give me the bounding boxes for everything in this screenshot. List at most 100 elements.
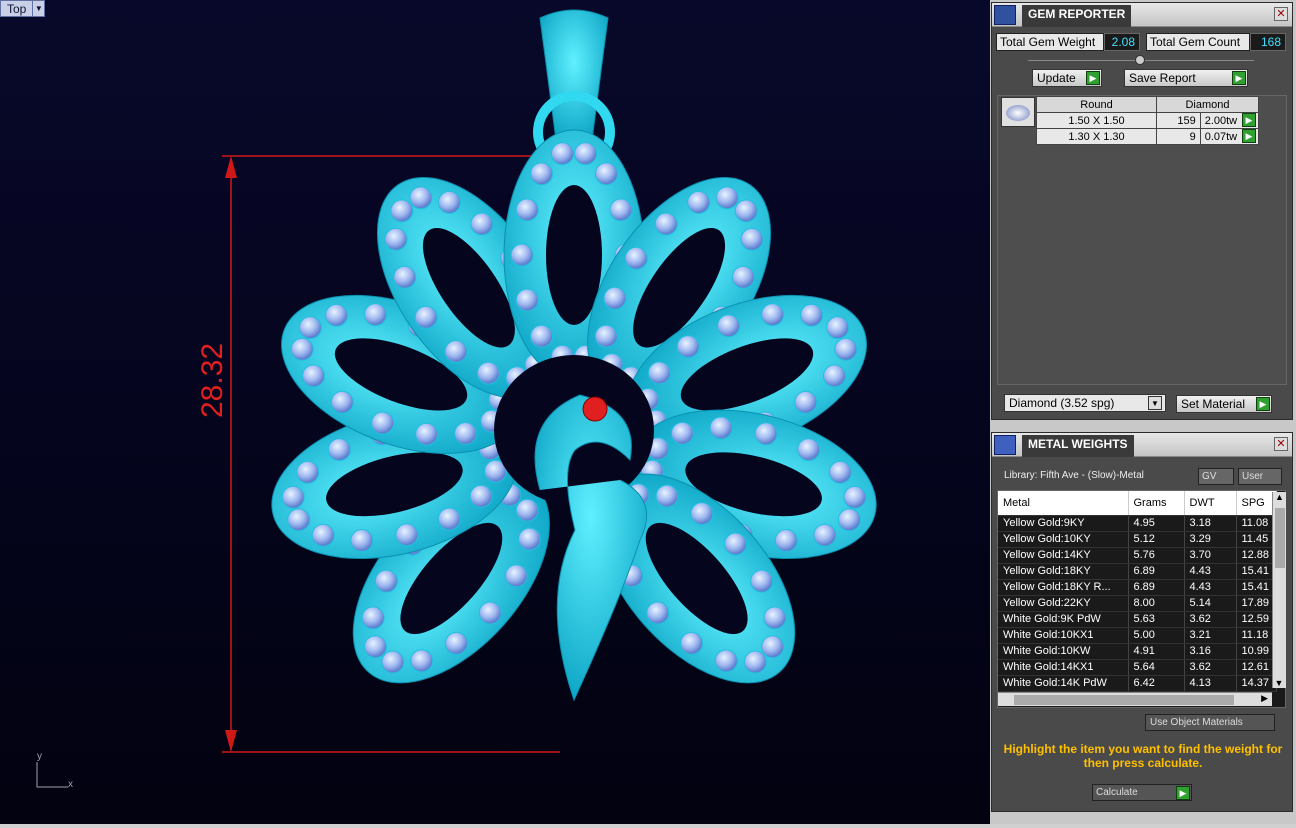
scroll-thumb-h[interactable] (1014, 695, 1234, 705)
dwt-col-header[interactable]: DWT (1184, 491, 1237, 516)
spg-value: 11.08 (1236, 515, 1277, 532)
metal-row[interactable]: White Gold:9K PdW 5.63 3.62 12.59 (998, 611, 1277, 628)
diamond-gem (647, 361, 671, 385)
metal-row[interactable]: Yellow Gold:18KY R... 6.89 4.43 15.41 (998, 579, 1277, 596)
diamond-gem (384, 227, 408, 251)
metal-row[interactable]: White Gold:10KW 4.91 3.16 10.99 (998, 643, 1277, 660)
metal-col-header[interactable]: Metal (998, 491, 1129, 516)
play-icon[interactable]: ▶ (1242, 129, 1256, 143)
diamond-gem (843, 485, 867, 509)
scroll-down-icon[interactable]: ▼ (1273, 678, 1285, 688)
total-gem-weight-value: 2.08 (1104, 33, 1140, 51)
metal-row[interactable]: Yellow Gold:10KY 5.12 3.29 11.45 (998, 531, 1277, 548)
metal-row[interactable]: Yellow Gold:22KY 8.00 5.14 17.89 (998, 595, 1277, 612)
diamond-gem (680, 631, 704, 655)
gv-toggle[interactable]: GV (1198, 468, 1234, 485)
spg-col-header[interactable]: SPG (1236, 491, 1277, 516)
diamond-gem (361, 606, 385, 630)
round-diamond-icon[interactable] (1001, 97, 1035, 127)
grams-col-header[interactable]: Grams (1128, 491, 1185, 516)
3d-viewport[interactable]: Top ▼ 28.32 y x (0, 0, 990, 824)
metal-row[interactable]: Yellow Gold:18KY 6.89 4.43 15.41 (998, 563, 1277, 580)
dwt-value: 3.62 (1184, 659, 1237, 676)
spg-value: 14.37 (1236, 675, 1277, 692)
diamond-gem (670, 421, 694, 445)
diamond-gem (594, 162, 618, 186)
diamond-gem (834, 337, 858, 361)
play-icon[interactable]: ▶ (1242, 113, 1256, 127)
diamond-gem (714, 649, 738, 673)
diamond-gem (734, 199, 758, 223)
metal-name: White Gold:14KX1 (998, 659, 1129, 676)
vertical-scrollbar[interactable]: ▲ ▼ (1272, 492, 1286, 688)
grams-value: 6.89 (1128, 563, 1185, 580)
diamond-gem (301, 364, 325, 388)
scroll-right-icon[interactable]: ▶ (1261, 693, 1268, 704)
bail (539, 9, 609, 141)
diamond-gem (510, 243, 534, 267)
diamond-gem (813, 523, 837, 547)
diamond-gem (504, 564, 528, 588)
diamond-gem (774, 529, 798, 553)
diamond-gem (371, 411, 395, 435)
dwt-value: 4.43 (1184, 579, 1237, 596)
dwt-value: 4.13 (1184, 675, 1237, 692)
chevron-down-icon[interactable]: ▼ (1148, 396, 1162, 410)
metal-name: White Gold:10KX1 (998, 627, 1129, 644)
horizontal-scrollbar[interactable]: ▶ (998, 692, 1272, 706)
diamond-gem (410, 649, 434, 673)
metal-name: Yellow Gold:14KY (998, 547, 1129, 564)
material-select[interactable]: Diamond (3.52 spg) (1004, 394, 1166, 412)
spg-value: 12.59 (1236, 611, 1277, 628)
diamond-gem (800, 303, 824, 327)
play-icon[interactable]: ▶ (1256, 397, 1270, 411)
gem-row[interactable]: 1.50 X 1.50 159 2.00tw (1036, 112, 1260, 129)
scroll-thumb[interactable] (1275, 508, 1285, 568)
metal-row[interactable]: Yellow Gold:9KY 4.95 3.18 11.08 (998, 515, 1277, 532)
diamond-gem (550, 142, 574, 166)
gem-row[interactable]: 1.30 X 1.30 9 0.07tw (1036, 128, 1260, 145)
save-report-button[interactable]: Save Report (1124, 69, 1248, 87)
metal-row[interactable]: White Gold:14K PdW 6.42 4.13 14.37 (998, 675, 1277, 692)
dwt-value: 3.29 (1184, 531, 1237, 548)
dwt-value: 3.62 (1184, 611, 1237, 628)
grams-value: 5.00 (1128, 627, 1185, 644)
metal-row[interactable]: White Gold:14KX1 5.64 3.62 12.61 (998, 659, 1277, 676)
play-icon[interactable]: ▶ (1232, 71, 1246, 85)
gem-header-shape: Round (1036, 96, 1157, 113)
close-icon[interactable]: ✕ (1274, 7, 1288, 21)
diamond-gem (298, 316, 322, 340)
grams-value: 6.42 (1128, 675, 1185, 692)
diamond-gem (823, 364, 847, 388)
gem-size: 1.30 X 1.30 (1036, 128, 1157, 145)
gem-reporter-title: GEM REPORTER (1022, 5, 1132, 27)
metal-table-container: Metal Grams DWT SPG Yellow Gold:9KY 4.95 3… (997, 490, 1286, 708)
play-icon[interactable]: ▶ (1176, 786, 1190, 800)
metal-weights-title: METAL WEIGHTS (1022, 435, 1134, 457)
diamond-gem (518, 527, 542, 551)
close-icon[interactable]: ✕ (1274, 437, 1288, 451)
play-icon[interactable]: ▶ (1086, 71, 1100, 85)
metal-row[interactable]: Yellow Gold:14KY 5.76 3.70 12.88 (998, 547, 1277, 564)
slider-handle[interactable] (1135, 55, 1145, 65)
diamond-gem (837, 508, 861, 532)
diamond-gem (743, 650, 767, 674)
diamond-gem (281, 485, 305, 509)
diamond-gem (574, 142, 598, 166)
diamond-gem (469, 484, 493, 508)
diamond-gem (515, 498, 539, 522)
library-label: Library: Fifth Ave - (Slow)-Metal (1004, 470, 1144, 481)
spg-value: 12.61 (1236, 659, 1277, 676)
metal-row[interactable]: White Gold:10KX1 5.00 3.21 11.18 (998, 627, 1277, 644)
total-gem-count-label: Total Gem Count (1146, 33, 1250, 51)
diamond-gem (324, 303, 348, 327)
metal-table: Metal Grams DWT SPG Yellow Gold:9KY 4.95 3… (998, 491, 1277, 692)
user-toggle[interactable]: User (1238, 468, 1282, 485)
diamond-gem (470, 212, 494, 236)
use-object-materials-toggle[interactable]: Use Object Materials (1145, 714, 1275, 731)
diamond-gem (363, 635, 387, 659)
metal-weights-titlebar: METAL WEIGHTS ✕ (992, 433, 1292, 457)
diamond-gem (724, 532, 748, 556)
gem-count: 9 (1156, 128, 1201, 145)
scroll-up-icon[interactable]: ▲ (1273, 492, 1286, 502)
